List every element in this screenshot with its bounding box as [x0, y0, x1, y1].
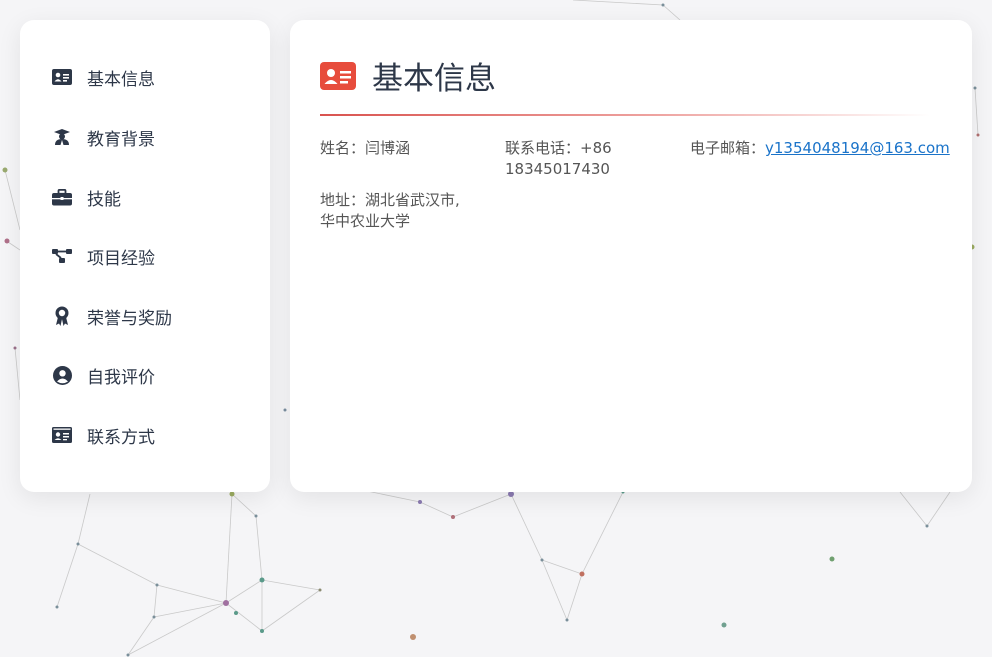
- sidebar-item-label: 技能: [87, 189, 121, 210]
- sidebar-item-basic-info[interactable]: 基本信息: [52, 62, 155, 92]
- name-field: 姓名：闫博涵: [320, 139, 411, 157]
- sidebar-item-education[interactable]: 教育背景: [52, 122, 155, 152]
- basic-info-panel: 基本信息 姓名：闫博涵 联系电话：+86 18345017430 电子邮箱：y1…: [290, 20, 972, 492]
- sidebar-item-label: 项目经验: [87, 248, 155, 269]
- page-title: 基本信息: [372, 61, 496, 97]
- sidebar-item-self-evaluation[interactable]: 自我评价: [52, 360, 155, 390]
- id-card-icon: [52, 67, 72, 87]
- user-circle-icon: [52, 365, 72, 385]
- sidebar-item-label: 自我评价: [87, 367, 155, 388]
- contact-card-icon: [52, 425, 72, 445]
- sidebar-item-label: 荣誉与奖励: [87, 308, 172, 329]
- sidebar-item-label: 基本信息: [87, 69, 155, 90]
- sidebar-item-honors[interactable]: 荣誉与奖励: [52, 301, 172, 331]
- address-line: 华中农业大学: [320, 212, 411, 230]
- title-divider: [320, 114, 930, 116]
- sidebar-item-contact[interactable]: 联系方式: [52, 420, 155, 450]
- sidebar-item-skills[interactable]: 技能: [52, 182, 121, 212]
- award-icon: [52, 306, 72, 326]
- sidebar-item-label: 联系方式: [87, 427, 155, 448]
- address-field: 地址：湖北省武汉市, 华中农业大学: [320, 190, 490, 232]
- sidebar-item-projects[interactable]: 项目经验: [52, 241, 155, 271]
- email-field: 电子邮箱：y1354048194@163.com: [690, 138, 960, 159]
- id-card-icon: [320, 61, 356, 90]
- briefcase-icon: [52, 187, 72, 207]
- project-diagram-icon: [52, 246, 72, 266]
- sidebar: 基本信息 教育背景 技能 项目经验 荣誉与奖励 自我评价 联系方式: [20, 20, 270, 492]
- email-label: 电子邮箱：: [690, 139, 766, 157]
- section-header: 基本信息: [320, 53, 496, 98]
- phone-field: 联系电话：+86 18345017430: [505, 139, 612, 178]
- address-line: 地址：湖北省武汉市,: [320, 191, 460, 209]
- sidebar-item-label: 教育背景: [87, 129, 155, 150]
- graduate-icon: [52, 127, 72, 147]
- email-link[interactable]: y1354048194@163.com: [765, 139, 950, 157]
